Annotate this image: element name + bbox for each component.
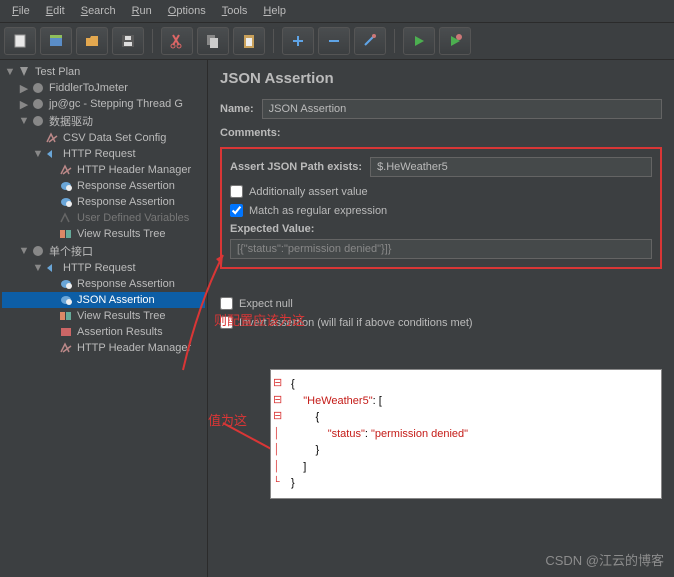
watermark: CSDN @江云的博客 xyxy=(545,550,664,569)
tree-item[interactable]: ▼HTTP Request xyxy=(2,260,205,276)
highlighted-config: Assert JSON Path exists: Additionally as… xyxy=(220,147,662,269)
toggle-button[interactable] xyxy=(354,27,386,55)
tree-item[interactable]: Assertion Results xyxy=(2,324,205,340)
new-button[interactable] xyxy=(4,27,36,55)
tree-item[interactable]: ▼数据驱动 xyxy=(2,112,205,130)
menu-run[interactable]: Run xyxy=(124,2,160,20)
chk-additional-label: Additionally assert value xyxy=(249,186,368,198)
annotation-2: 值为这 xyxy=(208,410,247,429)
tree-item[interactable]: View Results Tree xyxy=(2,226,205,242)
name-label: Name: xyxy=(220,103,254,115)
tree-root[interactable]: ▼Test Plan xyxy=(2,64,205,80)
menu-bar: File Edit Search Run Options Tools Help xyxy=(0,0,674,23)
tree-item[interactable]: Response Assertion xyxy=(2,194,205,210)
open-button[interactable] xyxy=(76,27,108,55)
expected-label: Expected Value: xyxy=(230,223,652,235)
chk-match[interactable] xyxy=(230,204,243,217)
paste-button[interactable] xyxy=(233,27,265,55)
expand-button[interactable] xyxy=(282,27,314,55)
menu-search[interactable]: Search xyxy=(73,2,124,20)
chk-additional[interactable] xyxy=(230,185,243,198)
tree-item[interactable]: HTTP Header Manager xyxy=(2,162,205,178)
assert-path-label: Assert JSON Path exists: xyxy=(230,161,362,173)
tree-item[interactable]: ▼单个接口 xyxy=(2,242,205,260)
collapse-button[interactable] xyxy=(318,27,350,55)
name-input[interactable] xyxy=(262,99,662,119)
start-button[interactable] xyxy=(403,27,435,55)
chk-expect-null[interactable] xyxy=(220,297,233,310)
copy-button[interactable] xyxy=(197,27,229,55)
start-no-pause-button[interactable] xyxy=(439,27,471,55)
tree-item[interactable]: User Defined Variables xyxy=(2,210,205,226)
tree-item[interactable]: ▶FiddlerToJmeter xyxy=(2,80,205,96)
tree-item[interactable]: View Results Tree xyxy=(2,308,205,324)
tree-item[interactable]: Response Assertion xyxy=(2,276,205,292)
menu-tools[interactable]: Tools xyxy=(214,2,256,20)
annotation-1: 则配置应该为这 xyxy=(214,310,305,329)
tree-item-selected[interactable]: JSON Assertion xyxy=(2,292,205,308)
tree-item[interactable]: Response Assertion xyxy=(2,178,205,194)
templates-button[interactable] xyxy=(40,27,72,55)
toolbar xyxy=(0,23,674,60)
json-preview: ⊟⊟⊟│││└ { "HeWeather5": [ { "status": "p… xyxy=(270,369,662,499)
panel-title: JSON Assertion xyxy=(220,70,662,87)
content-panel: JSON Assertion Name: Comments: Assert JS… xyxy=(208,60,674,577)
expected-input[interactable] xyxy=(230,239,652,259)
tree-item[interactable]: HTTP Header Manager xyxy=(2,340,205,356)
tree-panel: ▼Test Plan ▶FiddlerToJmeter ▶jp@gc - Ste… xyxy=(0,60,208,577)
tree-item[interactable]: ▶jp@gc - Stepping Thread G xyxy=(2,96,205,112)
assert-path-input[interactable] xyxy=(370,157,652,177)
menu-file[interactable]: File xyxy=(4,2,38,20)
tree-item[interactable]: ▼HTTP Request xyxy=(2,146,205,162)
menu-help[interactable]: Help xyxy=(255,2,294,20)
save-button[interactable] xyxy=(112,27,144,55)
comments-label: Comments: xyxy=(220,127,281,139)
cut-button[interactable] xyxy=(161,27,193,55)
tree-item[interactable]: CSV Data Set Config xyxy=(2,130,205,146)
chk-expect-null-label: Expect null xyxy=(239,298,293,310)
menu-edit[interactable]: Edit xyxy=(38,2,73,20)
chk-match-label: Match as regular expression xyxy=(249,205,387,217)
menu-options[interactable]: Options xyxy=(160,2,214,20)
